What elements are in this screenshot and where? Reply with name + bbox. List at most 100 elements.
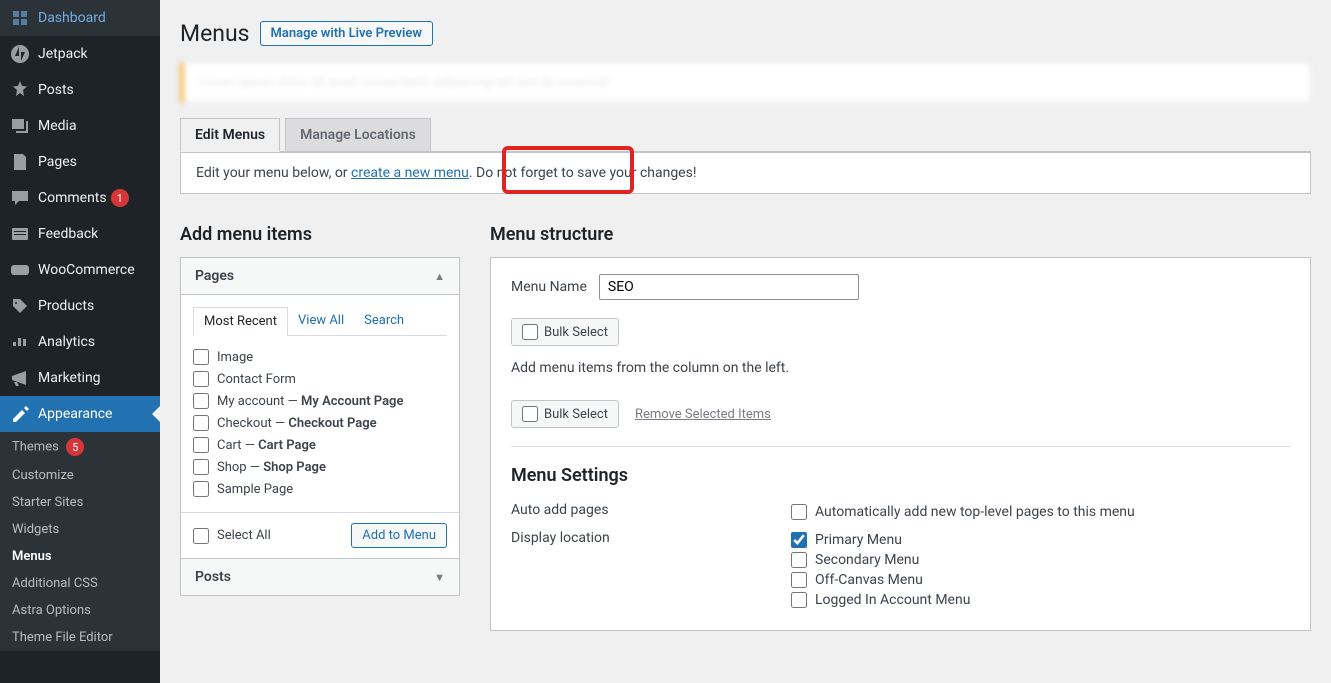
page-checkbox[interactable]	[193, 481, 209, 497]
page-item-shop[interactable]: Shop — Shop Page	[193, 456, 447, 478]
sidebar-item-appearance[interactable]: Appearance	[0, 396, 160, 432]
submenu-customize[interactable]: Customize	[0, 462, 160, 489]
sidebar-label: WooCommerce	[38, 262, 135, 278]
location-checkbox[interactable]	[791, 592, 807, 608]
auto-add-label: Auto add pages	[511, 502, 791, 518]
sidebar-label: Analytics	[38, 334, 95, 350]
sidebar-item-media[interactable]: Media	[0, 108, 160, 144]
divider	[511, 446, 1290, 447]
location-primary[interactable]: Primary Menu	[791, 530, 1290, 550]
subtab-search[interactable]: Search	[354, 307, 414, 335]
sidebar-label: Products	[38, 298, 94, 314]
submenu-starter-sites[interactable]: Starter Sites	[0, 489, 160, 516]
feedback-icon	[10, 224, 30, 244]
menu-settings-title: Menu Settings	[511, 465, 1290, 486]
sidebar-item-marketing[interactable]: Marketing	[0, 360, 160, 396]
sidebar-item-woocommerce[interactable]: WooCommerce	[0, 252, 160, 288]
bulk-checkbox[interactable]	[522, 324, 538, 340]
page-item-image[interactable]: Image	[193, 346, 447, 368]
auto-add-option[interactable]: Automatically add new top-level pages to…	[791, 502, 1290, 522]
create-new-menu-link[interactable]: create a new menu	[351, 165, 469, 181]
bulk-select-top[interactable]: Bulk Select	[511, 318, 619, 346]
sidebar-item-analytics[interactable]: Analytics	[0, 324, 160, 360]
chevron-down-icon: ▼	[434, 571, 445, 584]
sidebar-item-jetpack[interactable]: Jetpack	[0, 36, 160, 72]
pages-accordion-header[interactable]: Pages ▲	[181, 258, 459, 295]
menu-tabs: Edit Menus Manage Locations	[180, 118, 1311, 152]
sidebar-item-comments[interactable]: Comments 1	[0, 180, 160, 216]
helper-text: Add menu items from the column on the le…	[511, 360, 1290, 376]
marketing-icon	[10, 368, 30, 388]
submenu-additional-css[interactable]: Additional CSS	[0, 570, 160, 597]
page-checkbox[interactable]	[193, 437, 209, 453]
live-preview-button[interactable]: Manage with Live Preview	[260, 21, 433, 46]
dashboard-icon	[10, 8, 30, 28]
page-checkbox[interactable]	[193, 393, 209, 409]
page-checkbox[interactable]	[193, 371, 209, 387]
sidebar-item-feedback[interactable]: Feedback	[0, 216, 160, 252]
menu-structure-title: Menu structure	[490, 224, 1311, 245]
sidebar-item-pages[interactable]: Pages	[0, 144, 160, 180]
select-all-checkbox[interactable]	[193, 528, 209, 544]
menu-structure-panel: Menu Name Bulk Select Add menu items fro…	[490, 257, 1311, 631]
admin-sidebar: Dashboard Jetpack Posts Media Pages Comm…	[0, 0, 160, 683]
submenu-widgets[interactable]: Widgets	[0, 516, 160, 543]
appearance-icon	[10, 404, 30, 424]
admin-notice: Lorem ipsum dolor sit amet consectetur a…	[180, 62, 1311, 103]
info-box: Edit your menu below, or create a new me…	[180, 152, 1311, 194]
page-item-cart[interactable]: Cart — Cart Page	[193, 434, 447, 456]
location-checkbox[interactable]	[791, 552, 807, 568]
appearance-submenu: Themes 5 Customize Starter Sites Widgets…	[0, 432, 160, 651]
page-item-checkout[interactable]: Checkout — Checkout Page	[193, 412, 447, 434]
woo-icon	[10, 260, 30, 280]
sidebar-label: Media	[38, 118, 77, 134]
info-text-before: Edit your menu below, or	[196, 165, 351, 181]
sidebar-item-products[interactable]: Products	[0, 288, 160, 324]
menu-name-label: Menu Name	[511, 279, 587, 295]
sidebar-item-posts[interactable]: Posts	[0, 72, 160, 108]
display-location-label: Display location	[511, 530, 791, 546]
info-text-after: . Do not forget to save your changes!	[469, 165, 697, 181]
sidebar-label: Appearance	[38, 406, 112, 422]
page-title: Menus	[180, 20, 250, 47]
page-checkbox[interactable]	[193, 349, 209, 365]
page-item-myaccount[interactable]: My account — My Account Page	[193, 390, 447, 412]
page-checkbox[interactable]	[193, 415, 209, 431]
sidebar-item-dashboard[interactable]: Dashboard	[0, 0, 160, 36]
location-secondary[interactable]: Secondary Menu	[791, 550, 1290, 570]
subtab-recent[interactable]: Most Recent	[193, 307, 288, 336]
comments-badge: 1	[111, 189, 129, 207]
page-item-contact[interactable]: Contact Form	[193, 368, 447, 390]
location-offcanvas[interactable]: Off-Canvas Menu	[791, 570, 1290, 590]
submenu-themes[interactable]: Themes 5	[0, 432, 160, 462]
menu-structure-column: Menu structure Menu Name Bulk Select Add…	[490, 224, 1311, 631]
location-checkbox[interactable]	[791, 532, 807, 548]
bulk-checkbox[interactable]	[522, 406, 538, 422]
pages-icon	[10, 152, 30, 172]
products-icon	[10, 296, 30, 316]
add-to-menu-button[interactable]: Add to Menu	[351, 523, 447, 548]
location-checkbox[interactable]	[791, 572, 807, 588]
auto-add-checkbox[interactable]	[791, 504, 807, 520]
select-all-row[interactable]: Select All	[193, 525, 271, 547]
page-checkbox[interactable]	[193, 459, 209, 475]
tab-manage-locations[interactable]: Manage Locations	[285, 118, 431, 152]
bulk-select-bottom[interactable]: Bulk Select	[511, 400, 619, 428]
posts-accordion-header[interactable]: Posts ▼	[181, 558, 459, 595]
add-menu-items-column: Add menu items Pages ▲ Most Recent View …	[180, 224, 460, 631]
sidebar-label: Comments	[38, 190, 107, 206]
page-item-sample[interactable]: Sample Page	[193, 478, 447, 500]
submenu-theme-file-editor[interactable]: Theme File Editor	[0, 624, 160, 651]
submenu-astra-options[interactable]: Astra Options	[0, 597, 160, 624]
pages-accordion: Pages ▲ Most Recent View All Search Imag…	[180, 257, 460, 596]
submenu-menus[interactable]: Menus	[0, 543, 160, 570]
media-icon	[10, 116, 30, 136]
subtab-viewall[interactable]: View All	[288, 307, 354, 335]
themes-badge: 5	[66, 438, 84, 456]
tab-edit-menus[interactable]: Edit Menus	[180, 118, 280, 152]
sidebar-label: Dashboard	[38, 10, 106, 26]
remove-selected-link[interactable]: Remove Selected Items	[635, 407, 771, 422]
location-loggedin[interactable]: Logged In Account Menu	[791, 590, 1290, 610]
sidebar-label: Jetpack	[38, 46, 88, 62]
menu-name-input[interactable]	[599, 274, 859, 300]
